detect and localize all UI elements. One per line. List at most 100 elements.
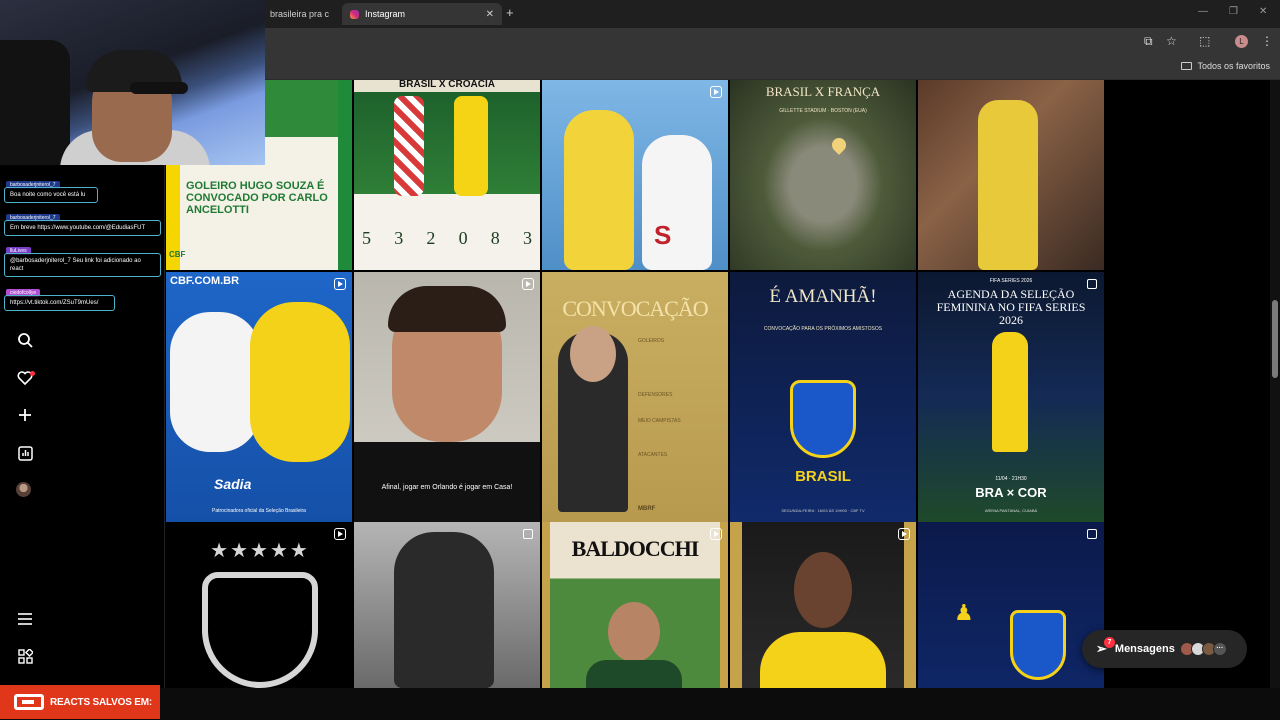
bottom-bar (0, 688, 1280, 720)
stat: 8 (490, 228, 500, 248)
post-e-amanha[interactable]: É AMANHÃ! CONVOCAÇÃO PARA OS PRÓXIMOS AM… (730, 272, 916, 522)
shirt (586, 660, 682, 688)
stat: 3 (522, 228, 532, 248)
post-caption: Patrocinadora oficial da Seleção Brasile… (212, 508, 306, 514)
conversation-avatars: ··· (1179, 642, 1227, 656)
post-title: BRASIL X CROÁCIA (354, 80, 540, 92)
post-jordan-crest[interactable]: ★★★★★ (166, 522, 352, 688)
match-date: 11/04 · 21H30 (995, 476, 1027, 482)
players-embrace (394, 532, 494, 688)
player-croatia (394, 96, 424, 196)
post-header: CBF.COM.BR (170, 275, 240, 287)
banner-logo-icon (14, 694, 44, 710)
post-title: É AMANHÃ! (769, 286, 877, 307)
close-window-icon[interactable]: ✕ (1259, 6, 1267, 17)
hair (388, 286, 506, 332)
post-agenda-feminina[interactable]: FIFA SERIES 2026 AGENDA DA SELEÇÃO FEMIN… (918, 272, 1104, 522)
bookmarks-label: Todos os favoritos (1197, 61, 1270, 71)
stat: 3 (394, 228, 404, 248)
jordan-logo-icon: ♟ (954, 600, 974, 625)
tab-title: Instagram (365, 9, 406, 19)
shirt (760, 632, 886, 688)
reacts-salvos-banner: REACTS SALVOS EM: (0, 685, 160, 719)
stat: 0 (458, 228, 468, 248)
close-tab-icon[interactable]: ✕ (486, 9, 494, 20)
all-bookmarks[interactable]: Todos os favoritos (1181, 61, 1270, 71)
post-kaka-orlando[interactable]: Afinal, jogar em Orlando é jogar em Casa… (354, 272, 540, 522)
post-mascots[interactable]: S (542, 80, 728, 270)
post-title: GOLEIRO HUGO SOUZA É CONVOCADO POR CARLO… (186, 180, 328, 216)
chat-message: @barbosaderjniterol_7 Seu link foi adici… (4, 253, 161, 277)
page-scrollbar[interactable] (1270, 80, 1280, 688)
ancelotti-face (570, 326, 616, 382)
messages-button[interactable]: ➢ 7 Mensagens ··· (1082, 630, 1247, 668)
post-pele-bw[interactable] (354, 522, 540, 688)
section-label: GOLEIROS (638, 338, 665, 344)
minimize-icon[interactable]: — (1198, 6, 1208, 17)
more-menu-icon[interactable] (16, 610, 34, 628)
stat: 2 (426, 228, 436, 248)
profile-avatar[interactable]: L (1235, 35, 1248, 48)
banner-label: REACTS SALVOS EM: (50, 696, 152, 708)
reel-icon (898, 528, 910, 540)
jordan-shield-icon (202, 572, 318, 688)
tab-title: brasileira pra c (270, 9, 330, 19)
post-player-portrait[interactable] (730, 522, 916, 688)
match-venue: ARENA PANTANAL, CUIABÁ (984, 508, 1038, 513)
mascot-white (642, 135, 712, 270)
player-brasil (454, 96, 488, 196)
menu-dots-icon[interactable]: ⋮ (1261, 34, 1273, 48)
stars-icon: ★★★★★ (210, 540, 310, 562)
chat-message: Boa noite como você está lu (4, 187, 98, 203)
carousel-icon (1087, 279, 1097, 289)
post-title: AGENDA DA SELEÇÃO FEMININA NO FIFA SERIE… (936, 287, 1086, 327)
player-figure (992, 332, 1028, 452)
gaming-chair (0, 40, 70, 165)
more-icon: ··· (1212, 642, 1227, 656)
profile-avatar-nav[interactable] (16, 482, 31, 497)
create-plus-icon[interactable] (16, 406, 34, 424)
cast-icon[interactable]: ⧉ (1144, 34, 1153, 49)
post-brasil-croacia[interactable]: BRASIL X CROÁCIA 5 3 2 0 8 3 (354, 80, 540, 270)
post-title: BRASIL X FRANÇA (765, 84, 881, 99)
chat-message: Em breve https://www.youtube.com/@Edudia… (4, 220, 161, 236)
match-score: BRA × COR (975, 485, 1047, 500)
folder-icon (1181, 62, 1193, 70)
maximize-icon[interactable]: ❐ (1229, 6, 1238, 17)
post-caption: Afinal, jogar em Orlando é jogar em Casa… (381, 484, 513, 491)
post-convocacao[interactable]: CONVOCAÇÃO GOLEIROS DEFENSORES MEIO CAMP… (542, 272, 728, 522)
reel-icon (334, 278, 346, 290)
post-brasil-franca[interactable]: BRASIL X FRANÇA GILLETTE STADIUM · BOSTO… (730, 80, 916, 270)
reel-icon (710, 528, 722, 540)
tab-brasileira[interactable]: brasileira pra c (262, 3, 342, 25)
bookmark-star-icon[interactable]: ☆ (1166, 34, 1177, 48)
carousel-icon (1087, 529, 1097, 539)
post-title: CONVOCAÇÃO (562, 296, 708, 321)
post-sadia-mascots[interactable]: CBF.COM.BR Sadia Patrocinadora oficial d… (166, 272, 352, 522)
post-subtitle: GILLETTE STADIUM · BOSTON (EUA) (779, 108, 867, 114)
tab-instagram[interactable]: Instagram ✕ (342, 3, 502, 25)
post-footer: SEGUNDA-FEIRA · 16/03 ÀS 19H00 · CBF TV (781, 508, 865, 513)
section-label: ATACANTES (638, 452, 668, 458)
also-from-meta-icon[interactable] (16, 647, 34, 665)
search-icon[interactable] (16, 331, 34, 349)
reel-icon (522, 278, 534, 290)
unread-badge: 7 (1104, 637, 1115, 648)
post-tag: CBF (169, 250, 186, 259)
post-baldocchi[interactable]: BALDOCCHI (542, 522, 728, 688)
gold-stripe (730, 522, 742, 688)
post-pele-celebration[interactable] (918, 80, 1104, 270)
reel-icon (334, 528, 346, 540)
post-jersey-jordan[interactable]: ♟ (918, 522, 1104, 688)
reel-icon (710, 86, 722, 98)
new-tab-button[interactable]: + (506, 5, 514, 20)
scrollbar-thumb[interactable] (1272, 300, 1278, 378)
instagram-favicon-icon (350, 9, 359, 19)
map-pin-icon (829, 135, 849, 155)
insights-chart-icon[interactable] (16, 444, 34, 462)
chat-message: https://vt.tiktok.com/ZSuT9mUes/ (4, 295, 115, 311)
cbf-crest-icon (790, 380, 856, 458)
extensions-icon[interactable]: ⬚ (1199, 34, 1210, 48)
player-yellow (978, 100, 1038, 270)
streamer-webcam (0, 0, 265, 165)
